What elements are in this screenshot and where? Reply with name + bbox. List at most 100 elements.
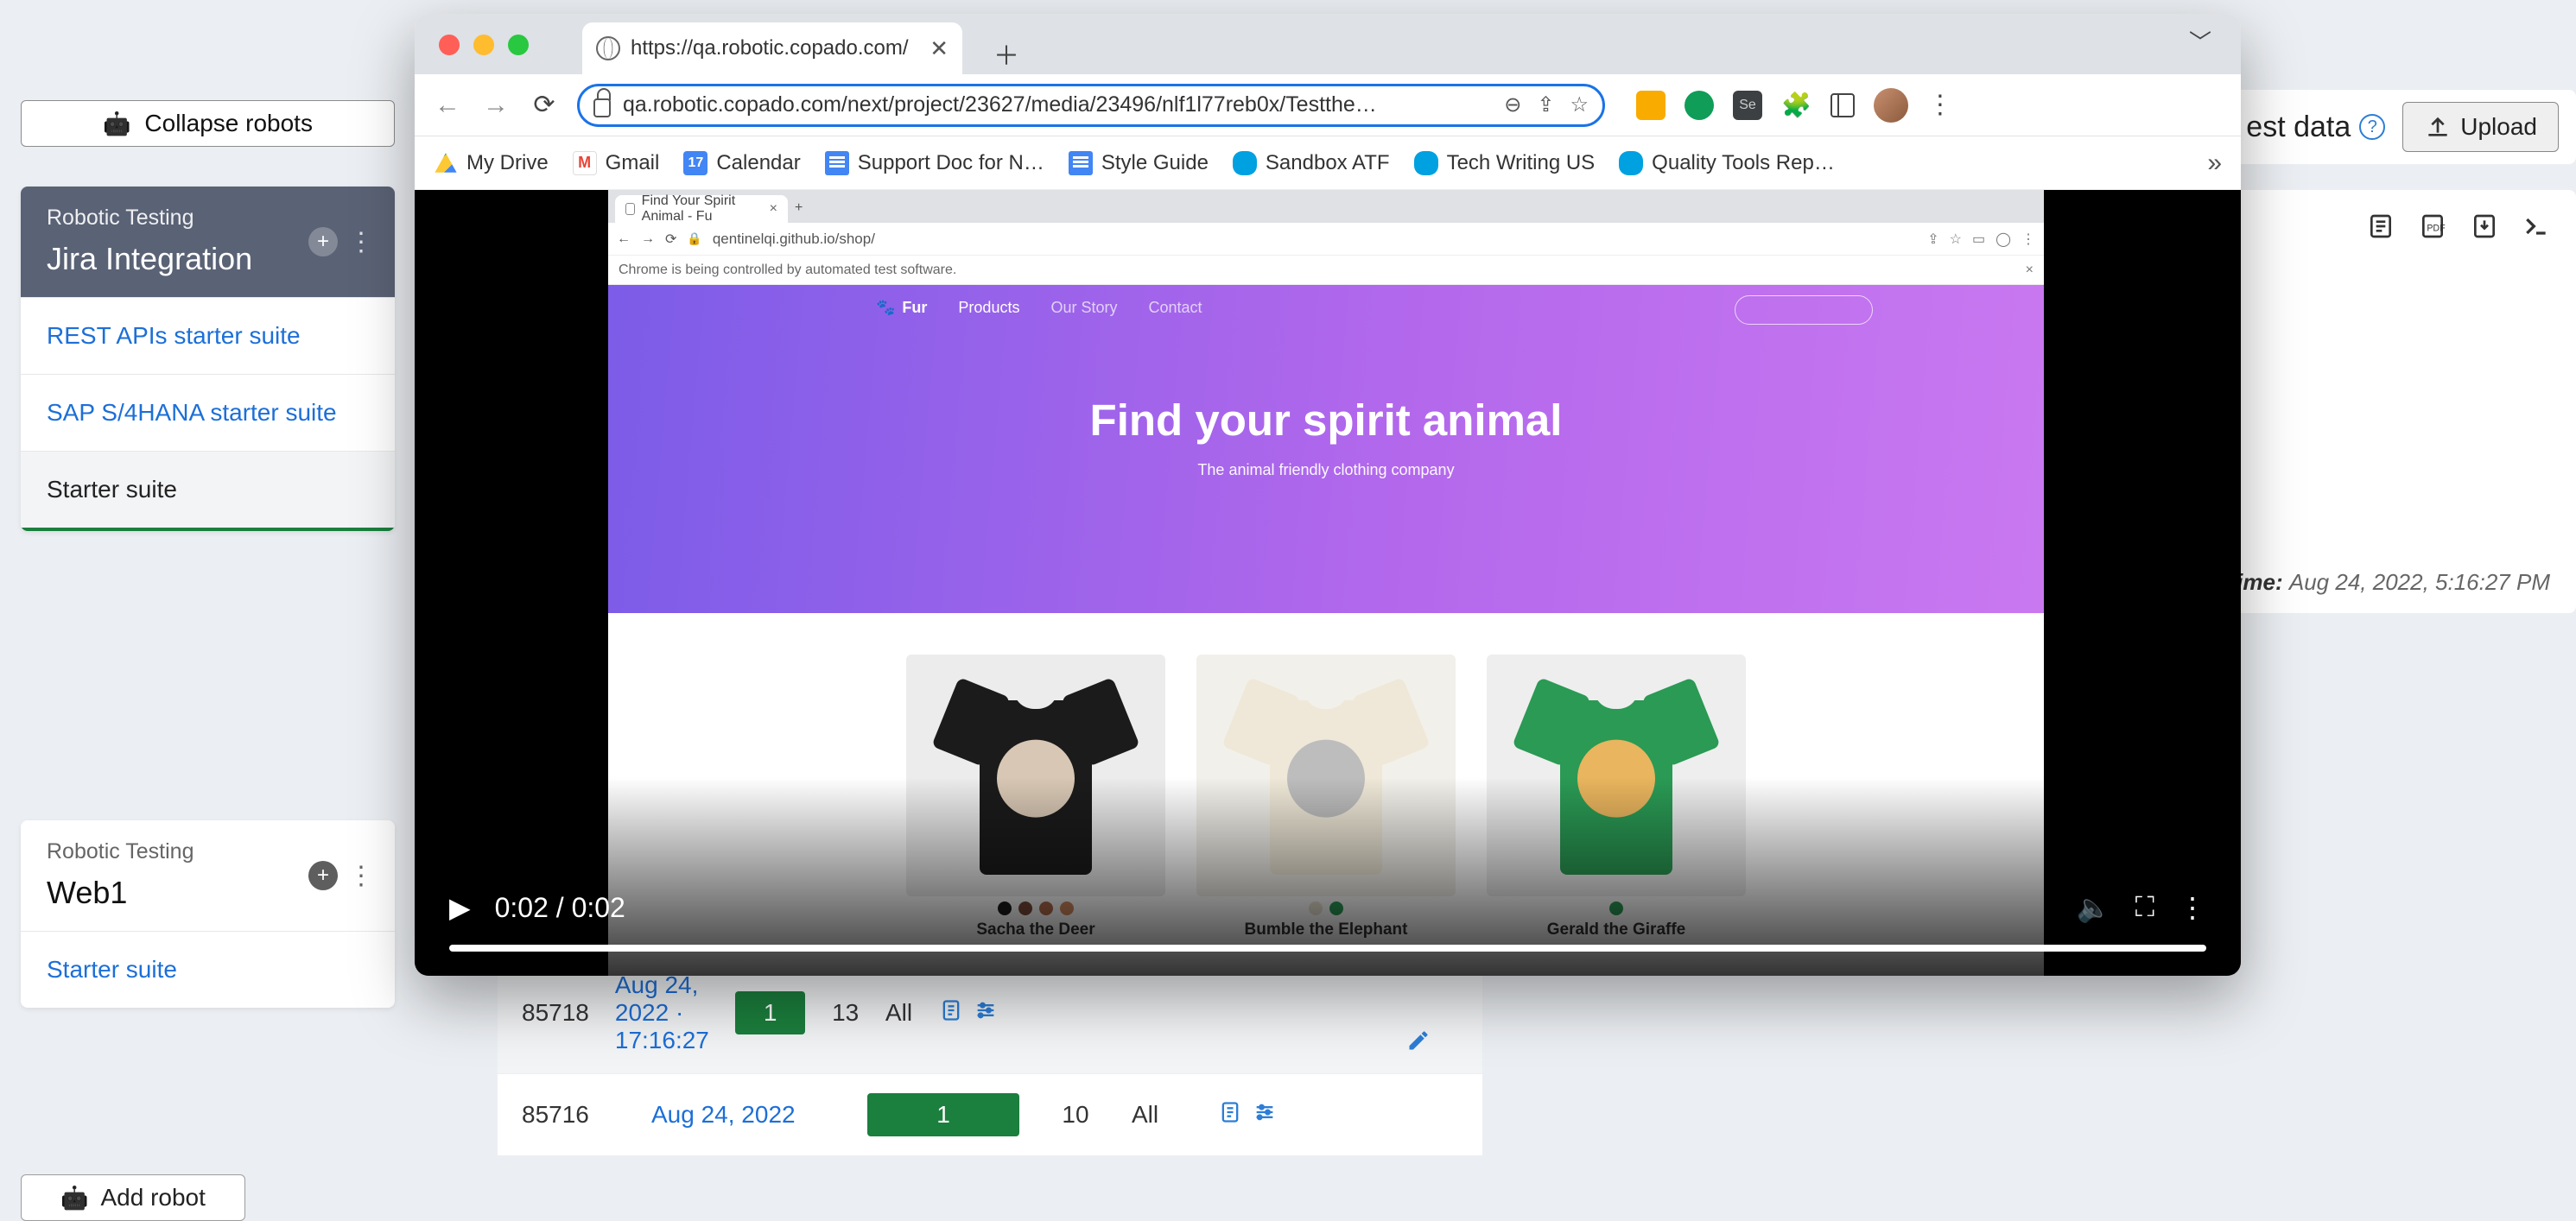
card-subtitle: Robotic Testing [47, 839, 308, 864]
hero-subtitle: The animal friendly clothing company [608, 461, 2044, 479]
robot-icon: 🤖 [60, 1185, 88, 1212]
nav-ourstory: Our Story [1050, 299, 1117, 317]
help-icon[interactable]: ? [2359, 114, 2385, 140]
edit-icon[interactable] [1406, 1028, 1431, 1059]
run-scope: All [1132, 1101, 1192, 1129]
suite-item-starter[interactable]: Starter suite [21, 931, 395, 1008]
star-icon[interactable]: ☆ [1570, 92, 1589, 117]
run-count: 13 [831, 999, 859, 1027]
window-controls [439, 35, 529, 55]
chrome-menu-icon[interactable]: ⋮ [1927, 90, 1953, 120]
tab-title: https://qa.robotic.copado.com/ [631, 36, 909, 60]
nav-contact: Contact [1149, 299, 1202, 317]
side-panel-icon[interactable] [1830, 93, 1855, 117]
card-header: Robotic Testing Jira Integration + ⋮ [21, 187, 395, 297]
forward-icon: → [641, 231, 655, 247]
close-icon: × [2026, 263, 2034, 278]
grammarly-icon[interactable] [1685, 91, 1714, 120]
tab-strip: https://qa.robotic.copado.com/ ✕ ＋ ﹀ [415, 14, 2241, 74]
salesforce-icon [1233, 151, 1257, 175]
collapse-robots-button[interactable]: 🤖 Collapse robots [21, 100, 395, 147]
suite-item-sap[interactable]: SAP S/4HANA starter suite [21, 374, 395, 451]
new-tab-button[interactable]: ＋ [993, 35, 1018, 59]
share-icon[interactable]: ⇪ [1537, 92, 1554, 117]
add-icon[interactable]: + [308, 861, 338, 890]
bookmark-calendar[interactable]: 17Calendar [683, 151, 800, 175]
inner-browser-tab: Find Your Spirit Animal - Fu × [615, 195, 788, 223]
bookmark-qualitytools[interactable]: Quality Tools Rep… [1619, 151, 1835, 175]
sliders-icon[interactable] [1253, 1100, 1277, 1130]
salesforce-icon [1619, 151, 1643, 175]
video-time: 0:02 / 0:02 [495, 892, 625, 924]
doc-icon[interactable] [939, 998, 963, 1028]
upload-button[interactable]: Upload [2402, 102, 2559, 152]
browser-toolbar: ← → ⟳ qa.robotic.copado.com/next/project… [415, 74, 2241, 136]
more-icon[interactable]: ⋮ [348, 227, 374, 257]
doc-icon[interactable] [1218, 1100, 1242, 1130]
card-title: Jira Integration [47, 239, 308, 278]
address-bar[interactable]: qa.robotic.copado.com/next/project/23627… [577, 84, 1605, 127]
gmail-icon [573, 151, 597, 175]
video-menu-button[interactable]: ⋮ [2179, 891, 2206, 924]
add-robot-label: Add robot [100, 1184, 205, 1212]
bookmark-gmail[interactable]: Gmail [573, 151, 660, 175]
globe-icon [596, 36, 620, 60]
svg-text:PDF: PDF [2427, 223, 2446, 233]
video-viewport: Find Your Spirit Animal - Fu × + ← → ⟳ 🔒… [415, 190, 2241, 976]
run-row[interactable]: 85716 Aug 24, 2022 1 10 All [498, 1073, 1482, 1155]
volume-button[interactable]: 🔈 [2077, 891, 2111, 924]
fullscreen-button[interactable]: ⛶ [2135, 891, 2154, 924]
close-window-icon[interactable] [439, 35, 460, 55]
bookmark-supportdoc[interactable]: Support Doc for N… [825, 151, 1044, 175]
add-robot-button[interactable]: 🤖 Add robot [21, 1174, 245, 1221]
close-icon: × [770, 201, 777, 217]
tablist-chevron-icon[interactable]: ﹀ [2189, 25, 2211, 57]
bookmark-mydrive[interactable]: My Drive [434, 151, 549, 175]
automation-infobar: Chrome is being controlled by automated … [608, 256, 2044, 285]
download-icon[interactable] [2471, 212, 2498, 240]
maximize-window-icon[interactable] [508, 35, 529, 55]
close-tab-icon[interactable]: ✕ [930, 35, 949, 62]
bookmark-techwriting[interactable]: Tech Writing US [1414, 151, 1596, 175]
robot-card-jira: Robotic Testing Jira Integration + ⋮ RES… [21, 187, 395, 531]
terminal-icon[interactable] [2522, 212, 2550, 240]
lock-icon [593, 98, 611, 117]
menu-icon: ⋮ [2021, 231, 2035, 248]
play-button[interactable]: ▶ [449, 891, 471, 924]
zoom-icon[interactable]: ⊖ [1504, 92, 1521, 117]
bookmark-styleguide[interactable]: Style Guide [1069, 151, 1209, 175]
suite-item-starter[interactable]: Starter suite [21, 451, 395, 531]
browser-tab[interactable]: https://qa.robotic.copado.com/ ✕ [582, 22, 962, 74]
run-datetime[interactable]: Aug 24, 2022 · 17:16:27 [615, 971, 709, 1054]
back-icon: ← [617, 231, 631, 247]
extensions-icon[interactable]: 🧩 [1781, 91, 1811, 119]
hero-section: 🐾 Fur Products Our Story Contact Find yo… [608, 285, 2044, 613]
profile-icon: ◯ [1995, 231, 2011, 248]
gdoc-icon [825, 151, 849, 175]
bookmarks-overflow-icon[interactable]: » [2207, 149, 2222, 178]
upload-label: Upload [2460, 113, 2537, 141]
log-icon[interactable] [2367, 212, 2395, 240]
card-subtitle: Robotic Testing [47, 206, 308, 231]
reload-button[interactable]: ⟳ [529, 90, 560, 121]
profile-avatar[interactable] [1874, 88, 1908, 123]
forward-button[interactable]: → [480, 90, 511, 121]
bookmark-sandbox[interactable]: Sandbox ATF [1233, 151, 1390, 175]
run-id: 85718 [522, 999, 589, 1027]
back-button[interactable]: ← [432, 90, 463, 121]
test-data-label: est data [2246, 111, 2351, 144]
result-badge: 1 [735, 991, 806, 1034]
minimize-window-icon[interactable] [473, 35, 494, 55]
add-icon[interactable]: + [308, 227, 338, 256]
pdf-icon[interactable]: PDF [2419, 212, 2446, 240]
suite-item-rest-apis[interactable]: REST APIs starter suite [21, 297, 395, 374]
run-datetime[interactable]: Aug 24, 2022 [651, 1101, 841, 1129]
sliders-icon[interactable] [974, 998, 998, 1028]
video-progress[interactable] [449, 945, 2206, 952]
upload-icon [2424, 113, 2452, 141]
extension-icon[interactable] [1636, 91, 1666, 120]
paw-icon: 🐾 [876, 299, 895, 317]
inner-tab-title: Find Your Spirit Animal - Fu [642, 193, 763, 225]
more-icon[interactable]: ⋮ [348, 861, 374, 891]
selenium-icon[interactable]: Se [1733, 91, 1762, 120]
